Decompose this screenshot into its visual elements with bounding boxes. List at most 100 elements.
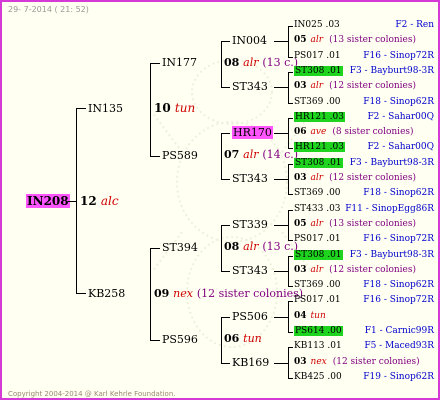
gen4-row-rasse: alr [310,219,324,229]
gen4-row-note: (13 sister colonies) [329,35,417,45]
gen4-row[interactable]: KB113 .01 [294,342,342,351]
gen4-row-id[interactable]: ST308 .01 [294,250,343,260]
ff-num: 08 [224,56,240,69]
gen4-row-id[interactable]: KB425 .00 [294,372,342,382]
gen4-row-id[interactable]: PS614 .00 [294,326,343,336]
fm-id[interactable]: PS589 [162,150,198,161]
gen4-row[interactable]: ST369 .00 [294,281,341,290]
gen4-row-id[interactable]: ST369 .00 [294,280,341,290]
gen4-row[interactable]: ST308 .01 [294,250,343,260]
gen4-row-id[interactable]: ST369 .00 [294,188,341,198]
mm-id[interactable]: PS596 [162,334,198,345]
gen4-row-location: F5 - Maced93R [364,341,434,351]
gen4-row-location: F18 - Sinop62R [363,97,434,107]
gen4-row-id[interactable]: PS017 .01 [294,295,341,305]
mother-id[interactable]: KB258 [88,288,125,299]
ff-rasse: alr [243,56,259,69]
fm-note: (14 c.) [262,148,299,161]
gen4-row-num: 03 [294,357,307,367]
gen4-row[interactable]: HR121 .03 [294,112,345,122]
gen4-row-rasse: tun [310,311,326,321]
mm-rasse: tun [243,332,262,345]
gen4-row-location: F2 - Ren [395,20,434,30]
queen-num: 12 [80,194,97,208]
gen4-row[interactable]: KB425 .00 [294,373,342,382]
gen4-row[interactable]: 03 alr (12 sister colonies) [294,82,416,91]
gen4-row-location: F16 - Sinop72R [363,51,434,61]
gen4-row[interactable]: 03 alr (12 sister colonies) [294,266,416,275]
gen4-row-note: (13 sister colonies) [329,219,417,229]
queen-id[interactable]: IN208 [26,194,70,208]
gen4-row-location: F19 - Sinop62R [363,372,434,382]
gen4-row[interactable]: ST369 .00 [294,189,341,198]
g3-st343-c[interactable]: ST343 [232,265,268,276]
gen4-row[interactable]: 06 ave (8 sister colonies) [294,128,414,137]
queen-node[interactable]: IN208 [26,194,70,208]
gen4-row[interactable]: PS017 .01 [294,235,341,244]
gen4-row-id[interactable]: ST308 .01 [294,158,343,168]
g3-in004[interactable]: IN004 [232,35,267,46]
gen4-row-num: 03 [294,173,307,183]
copyright-footer: Copyright 2004-2014 @ Karl Kehrle Founda… [8,390,176,398]
gen4-row-location: F18 - Sinop62R [363,280,434,290]
pedigree-frame: 29- 7-2014 ( 21: 52) IN208 12 alc IN135 … [0,0,440,400]
g3-st343-a[interactable]: ST343 [232,81,268,92]
gen4-row[interactable]: ST369 .00 [294,98,341,107]
g3-kb169[interactable]: KB169 [232,357,269,368]
timestamp: 29- 7-2014 ( 21: 52) [8,5,89,14]
g3-hr170-label[interactable]: HR170 [232,126,273,139]
gen4-row-id[interactable]: PS017 .01 [294,234,341,244]
gen4-row[interactable]: ST308 .01 [294,66,343,76]
fm-generation: 07 alr (14 c.) [224,149,298,160]
gen4-row-rasse: ave [310,127,327,137]
gen4-row[interactable]: PS017 .01 [294,296,341,305]
gen4-row-location: F16 - Sinop72R [363,295,434,305]
gen4-row-note: (8 sister colonies) [332,127,414,137]
ff-generation: 08 alr (13 c.) [224,57,298,68]
gen4-row[interactable]: 05 alr (13 sister colonies) [294,36,416,45]
gen4-row-id[interactable]: ST308 .01 [294,66,343,76]
g3-hr170[interactable]: HR170 [232,126,273,139]
gen4-row-id[interactable]: IN025 .03 [294,20,340,30]
mother-generation: 09 nex (12 sister colonies) [154,288,303,299]
gen4-row[interactable]: IN025 .03 [294,21,340,30]
gen4-row-num: 03 [294,265,307,275]
gen4-row[interactable]: PS614 .00 [294,326,343,336]
gen4-row[interactable]: HR121 .03 [294,142,345,152]
g3-st343-b[interactable]: ST343 [232,173,268,184]
gen4-row[interactable]: 05 alr (13 sister colonies) [294,220,416,229]
mm-generation: 06 tun [224,333,262,344]
mother-note: (12 sister colonies) [196,287,304,300]
gen4-row[interactable]: PS017 .01 [294,52,341,61]
gen4-row-id[interactable]: KB113 .01 [294,341,342,351]
gen4-row-rasse: alr [310,173,324,183]
father-generation: 10 tun [154,102,195,114]
queen-generation: 12 alc [80,195,119,207]
gen4-row-note: (12 sister colonies) [329,81,417,91]
gen4-row[interactable]: 03 alr (12 sister colonies) [294,174,416,183]
gen4-row-id[interactable]: PS017 .01 [294,51,341,61]
gen4-row[interactable]: 04 tun [294,312,332,321]
gen4-row-id[interactable]: HR121 .03 [294,112,345,122]
mother-rasse: nex [173,287,193,300]
g3-st339[interactable]: ST339 [232,219,268,230]
fm-rasse: alr [243,148,259,161]
gen4-row-rasse: alr [310,35,324,45]
gen4-row-id[interactable]: ST433 .03 [294,204,341,214]
gen4-row-num: 05 [294,219,307,229]
gen4-row-id[interactable]: HR121 .03 [294,142,345,152]
mother-num: 09 [154,287,170,300]
father-num: 10 [154,101,171,115]
mf-id[interactable]: ST394 [162,242,198,253]
gen4-row-location: F2 - Sahar00Q [367,142,434,152]
gen4-row-id[interactable]: ST369 .00 [294,97,341,107]
father-id[interactable]: IN135 [88,103,123,114]
gen4-row[interactable]: ST433 .03 [294,205,341,214]
gen4-row[interactable]: 03 nex (12 sister colonies) [294,358,420,367]
gen4-row[interactable]: ST308 .01 [294,158,343,168]
gen4-row-num: 06 [294,127,307,137]
g3-ps506[interactable]: PS506 [232,311,268,322]
mm-num: 06 [224,332,240,345]
ff-id[interactable]: IN177 [162,57,197,68]
gen4-row-num: 04 [294,311,307,321]
